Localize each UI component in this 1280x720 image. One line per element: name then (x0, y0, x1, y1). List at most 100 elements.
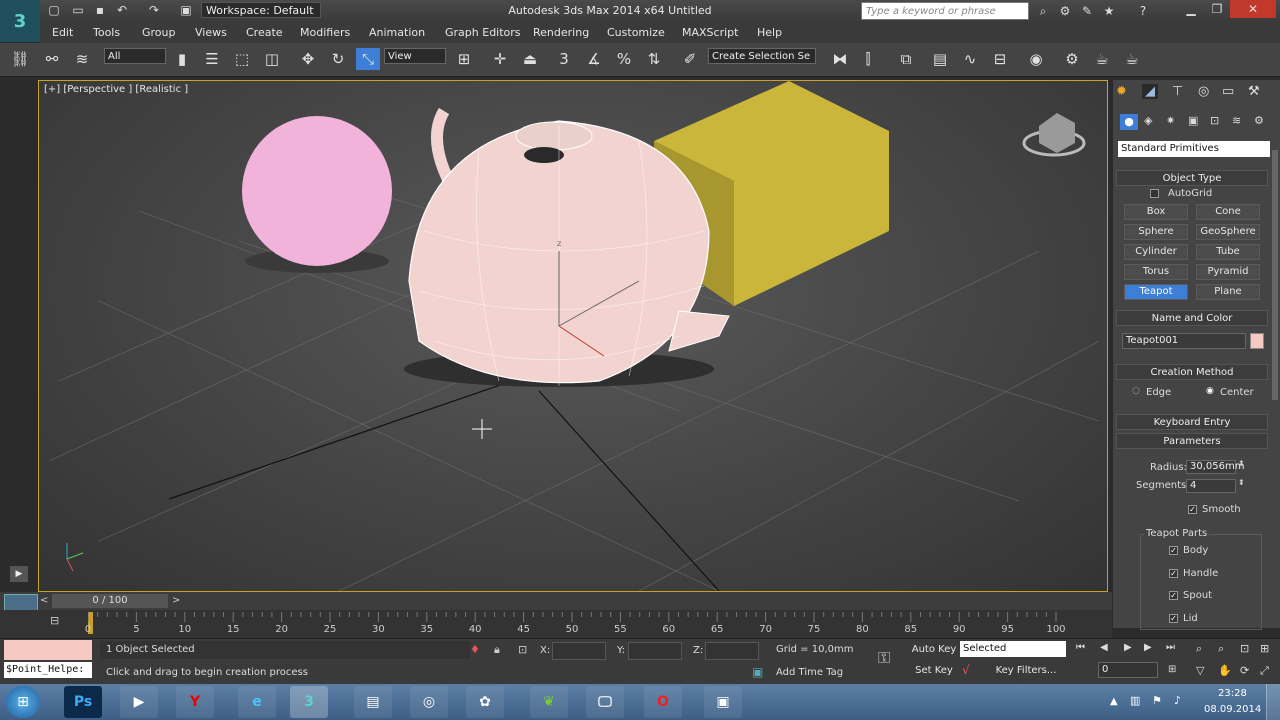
zoom-icon[interactable]: ⌕ (1196, 642, 1202, 656)
render-setup-icon[interactable]: ⚙ (1060, 48, 1084, 70)
minimize-icon[interactable]: ▁ (1178, 0, 1204, 18)
key-icon[interactable]: ⚿ (878, 648, 890, 668)
segments-input[interactable]: 4 (1186, 479, 1236, 493)
schematic-view-icon[interactable]: ⊟ (988, 48, 1012, 70)
add-time-tag[interactable]: Add Time Tag (776, 667, 843, 678)
camera-taskbar-icon[interactable]: ▣ (704, 686, 742, 718)
autogrid-checkbox[interactable] (1150, 189, 1159, 198)
prev-frame-icon[interactable]: ◀ (1100, 642, 1108, 653)
viewport-label[interactable]: [+] [Perspective ] [Realistic ] (44, 84, 188, 95)
time-next-icon[interactable]: > (172, 595, 180, 606)
radius-input[interactable]: 30,056mm (1186, 460, 1244, 474)
lock-icon[interactable]: 🔒︎ (494, 643, 500, 657)
helpers-icon[interactable]: ⊡ (1210, 114, 1219, 127)
align-icon[interactable]: ⫿ (856, 48, 880, 70)
key-mode-icon[interactable]: √ (962, 663, 970, 677)
tray-date[interactable]: 08.09.2014 (1204, 704, 1261, 715)
select-object-icon[interactable]: ▮ (170, 48, 194, 70)
leaf-app-taskbar-icon[interactable]: ❦ (530, 686, 568, 718)
z-coordinate-input[interactable] (705, 642, 759, 660)
move-icon[interactable]: ✥ (296, 48, 320, 70)
bind-space-warp-icon[interactable]: ≋ (70, 48, 94, 70)
opera-taskbar-icon[interactable]: O (644, 686, 682, 718)
sphere-button[interactable]: Sphere (1124, 224, 1188, 240)
tray-network-icon[interactable]: ▥ (1130, 694, 1140, 707)
spout-checkbox[interactable]: ✓ (1169, 591, 1178, 600)
tray-time[interactable]: 23:28 (1218, 688, 1247, 699)
radius-spinner-icon[interactable]: ⬍ (1238, 459, 1245, 468)
close-icon[interactable]: ✕ (1230, 0, 1276, 18)
motion-tab-icon[interactable]: ◎ (1198, 84, 1209, 99)
select-manipulate-icon[interactable]: ✛ (488, 48, 512, 70)
tray-arrow-icon[interactable]: ▲ (1110, 696, 1118, 707)
goto-end-icon[interactable]: ⏭ (1166, 642, 1175, 653)
curve-editor-icon[interactable]: ∿ (958, 48, 982, 70)
goto-start-icon[interactable]: ⏮ (1076, 642, 1085, 653)
window-crossing-icon[interactable]: ◫ (260, 48, 284, 70)
object-type-rollout[interactable]: Object Type (1116, 170, 1268, 186)
space-warps-icon[interactable]: ≋ (1232, 114, 1241, 127)
undo-icon[interactable]: ↶ (114, 3, 130, 17)
search-input[interactable]: Type a keyword or phrase (861, 2, 1029, 20)
open-file-icon[interactable]: ▭ (70, 3, 86, 17)
menu-views[interactable]: Views (195, 26, 227, 39)
modify-tab-icon[interactable]: ◢ (1142, 84, 1158, 99)
photoshop-taskbar-icon[interactable]: Ps (64, 686, 102, 718)
help-icon[interactable]: ? (1134, 3, 1152, 19)
zoom-extents-icon[interactable]: ⊡ (1240, 642, 1249, 655)
keyboard-entry-rollout[interactable]: Keyboard Entry (1116, 414, 1268, 430)
menu-group[interactable]: Group (142, 26, 176, 39)
percent-snap-icon[interactable]: % (612, 48, 636, 70)
pyramid-button[interactable]: Pyramid (1196, 264, 1260, 280)
reference-coordinate-select[interactable]: View (384, 48, 446, 64)
mirror-icon[interactable]: ⧓ (828, 48, 852, 70)
torus-button[interactable]: Torus (1124, 264, 1188, 280)
viewcube-icon[interactable] (1039, 113, 1075, 153)
creation-method-rollout[interactable]: Creation Method (1116, 364, 1268, 380)
spinner-snap-icon[interactable]: ⇅ (642, 48, 666, 70)
menu-graph-editors[interactable]: Graph Editors (445, 26, 521, 39)
menu-maxscript[interactable]: MAXScript (682, 26, 738, 39)
orbit-icon[interactable]: ⟳ (1240, 664, 1249, 677)
perspective-viewport[interactable]: z (38, 80, 1108, 592)
fov-icon[interactable]: ▽ (1196, 664, 1204, 677)
keyboard-shortcut-icon[interactable]: ⏏ (518, 48, 542, 70)
auto-key-button[interactable]: Auto Key (910, 641, 958, 659)
box-button[interactable]: Box (1124, 204, 1188, 220)
x-coordinate-input[interactable] (552, 642, 606, 660)
cylinder-button[interactable]: Cylinder (1124, 244, 1188, 260)
edge-radio[interactable]: ○ (1132, 386, 1140, 396)
unlink-icon[interactable]: ⚯ (40, 48, 64, 70)
angle-snap-icon[interactable]: ∡ (582, 48, 606, 70)
app-logo-icon[interactable]: 3 (0, 0, 40, 42)
teapot-button[interactable]: Teapot (1124, 284, 1188, 300)
layer-manager-icon[interactable]: ⧉ (894, 48, 918, 70)
isolate-icon[interactable]: ♦ (470, 643, 480, 656)
systems-icon[interactable]: ⚙ (1254, 114, 1264, 127)
workspace-select[interactable]: Workspace: Default (201, 2, 321, 18)
menu-modifiers[interactable]: Modifiers (300, 26, 350, 39)
menu-tools[interactable]: Tools (93, 26, 120, 39)
geometry-icon[interactable]: ● (1120, 114, 1138, 130)
display-tab-icon[interactable]: ▭ (1222, 84, 1234, 99)
y-coordinate-input[interactable] (628, 642, 682, 660)
category-select[interactable]: Standard Primitives (1118, 141, 1270, 157)
select-by-name-icon[interactable]: ☰ (200, 48, 224, 70)
handle-checkbox[interactable]: ✓ (1169, 569, 1178, 578)
smooth-checkbox[interactable]: ✓ (1188, 505, 1197, 514)
named-selection-set-select[interactable]: Create Selection Se (708, 48, 816, 64)
pan-icon[interactable]: ✋ (1218, 664, 1232, 677)
time-tag-icon[interactable]: ▣ (752, 665, 763, 679)
film-taskbar-icon[interactable]: ✿ (466, 686, 504, 718)
create-tab-icon[interactable]: ✹ (1116, 84, 1127, 99)
cone-button[interactable]: Cone (1196, 204, 1260, 220)
rectangular-selection-icon[interactable]: ⬚ (230, 48, 254, 70)
scale-icon[interactable]: ⤡ (356, 48, 380, 70)
next-frame-icon[interactable]: ▶ (1144, 642, 1152, 653)
menu-animation[interactable]: Animation (369, 26, 425, 39)
tray-volume-icon[interactable]: ♪ (1174, 694, 1181, 707)
center-radio[interactable]: ◉ (1206, 386, 1214, 396)
menu-help[interactable]: Help (757, 26, 782, 39)
play-icon[interactable]: ▶ (1124, 642, 1132, 653)
restore-icon[interactable]: ❐ (1204, 0, 1230, 18)
